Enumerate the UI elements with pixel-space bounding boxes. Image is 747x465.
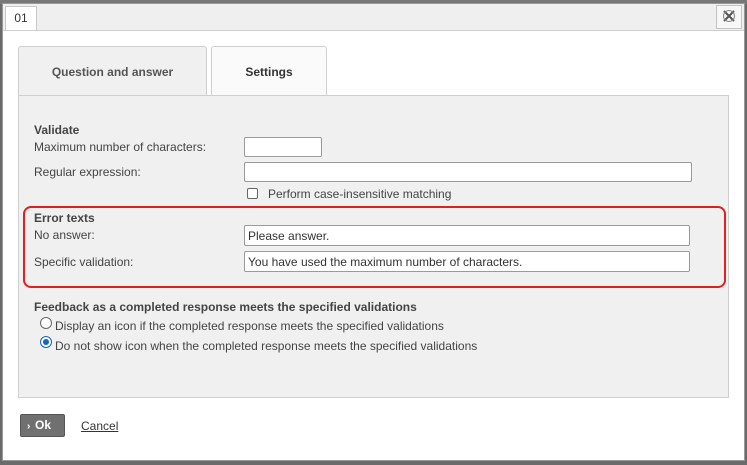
chevron-right-icon: › xyxy=(27,421,31,432)
dialog-id-tab[interactable]: 01 xyxy=(5,6,37,30)
settings-dialog: 01 Question and answer Settings Validate… xyxy=(2,3,745,461)
dialog-titlebar: 01 xyxy=(3,4,744,31)
cancel-link[interactable]: Cancel xyxy=(81,419,118,433)
error-texts-heading: Error texts xyxy=(34,211,95,225)
max-chars-label: Maximum number of characters: xyxy=(34,140,207,154)
feedback-radio-display-icon[interactable] xyxy=(40,317,52,329)
specific-validation-input[interactable] xyxy=(244,251,690,272)
specific-validation-label: Specific validation: xyxy=(34,255,134,269)
feedback-heading: Feedback as a completed response meets t… xyxy=(34,300,417,314)
tab-question-and-answer[interactable]: Question and answer xyxy=(18,46,207,96)
settings-panel: Validate Maximum number of characters: R… xyxy=(18,95,729,398)
validate-heading: Validate xyxy=(34,123,80,137)
regex-input[interactable] xyxy=(244,162,692,182)
ok-button-label: Ok xyxy=(35,418,52,432)
close-button[interactable] xyxy=(716,5,742,29)
case-insensitive-label: Perform case-insensitive matching xyxy=(268,187,452,201)
no-answer-input[interactable] xyxy=(244,225,690,246)
feedback-option-display-icon-label: Display an icon if the completed respons… xyxy=(55,319,444,333)
feedback-option-no-icon-label: Do not show icon when the completed resp… xyxy=(55,339,478,353)
no-answer-label: No answer: xyxy=(34,228,95,242)
max-chars-input[interactable] xyxy=(244,137,322,157)
tab-settings[interactable]: Settings xyxy=(211,46,327,97)
close-x-icon xyxy=(721,8,737,27)
error-texts-highlight xyxy=(23,206,726,288)
feedback-radio-no-icon[interactable] xyxy=(40,336,52,348)
regex-label: Regular expression: xyxy=(34,165,141,179)
case-insensitive-checkbox[interactable] xyxy=(247,188,258,199)
ok-button[interactable]: › Ok xyxy=(20,414,65,437)
